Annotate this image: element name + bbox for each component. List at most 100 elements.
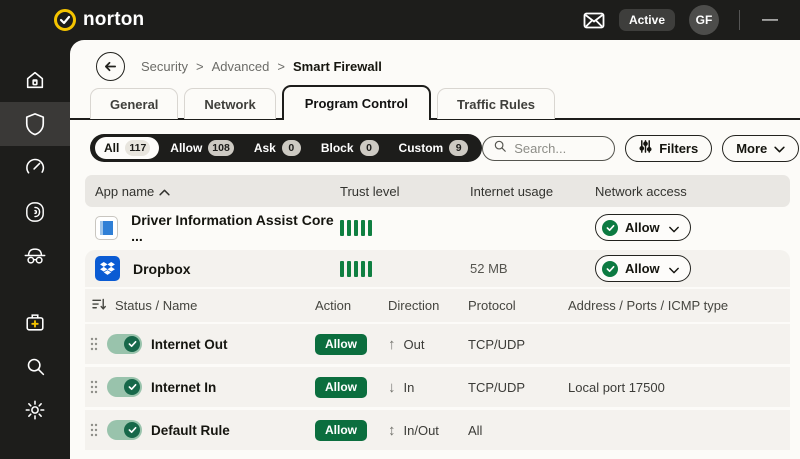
tab-traffic-rules[interactable]: Traffic Rules [437, 88, 555, 119]
main-content: Security > Advanced > Smart Firewall Gen… [70, 40, 800, 459]
network-access-header[interactable]: Network access [595, 184, 790, 199]
trust-level-bars [340, 220, 470, 236]
action-badge: Allow [315, 377, 367, 398]
rules-table-header: Status / Name Action Direction Protocol … [85, 289, 790, 322]
filter-custom-count: 9 [449, 140, 468, 156]
filter-ask[interactable]: Ask 0 [245, 137, 310, 159]
norton-check-icon [54, 9, 76, 31]
sliders-icon [639, 140, 652, 156]
rule-row-internet-out: Internet Out Allow ↑ Out TCP/UDP [85, 324, 790, 364]
direction-header[interactable]: Direction [388, 298, 468, 313]
app-row-dropbox[interactable]: Dropbox 52 MB Allow [85, 250, 790, 287]
gear-icon [24, 399, 46, 421]
drag-handle-icon[interactable] [90, 422, 98, 438]
check-icon [124, 336, 140, 352]
app-row-driver-assist[interactable]: Driver Information Assist Core ... Allow [85, 207, 790, 248]
rule-name: Internet In [151, 380, 216, 395]
filter-block-count: 0 [360, 140, 379, 156]
app-window: norton Active GF — [0, 0, 800, 459]
tab-network[interactable]: Network [184, 88, 275, 119]
more-button[interactable]: More [722, 135, 799, 162]
breadcrumb-current: Smart Firewall [293, 59, 382, 74]
avatar[interactable]: GF [689, 5, 719, 35]
sidebar-item-identity[interactable] [0, 190, 70, 234]
network-access-dropdown[interactable]: Allow [595, 214, 691, 241]
protocol-header[interactable]: Protocol [468, 298, 568, 313]
action-header[interactable]: Action [315, 298, 388, 313]
breadcrumb-security[interactable]: Security [141, 59, 188, 74]
action-badge: Allow [315, 420, 367, 441]
arrow-updown-icon: ↕ [388, 422, 396, 439]
more-label: More [736, 141, 767, 156]
sidebar-item-security[interactable] [0, 102, 70, 146]
filter-block[interactable]: Block 0 [312, 137, 388, 159]
rule-toggle-on[interactable] [107, 377, 142, 397]
address-ports-header[interactable]: Address / Ports / ICMP type [568, 298, 790, 313]
back-button[interactable] [96, 52, 125, 81]
home-icon [24, 69, 46, 91]
mail-icon[interactable] [583, 12, 605, 29]
app-name-header[interactable]: App name [95, 184, 340, 199]
tab-general[interactable]: General [90, 88, 178, 119]
filter-allow-count: 108 [208, 140, 234, 156]
tab-program-control[interactable]: Program Control [282, 85, 431, 120]
briefcase-plus-icon [24, 311, 46, 333]
breadcrumb-advanced[interactable]: Advanced [212, 59, 270, 74]
internet-usage-header[interactable]: Internet usage [470, 184, 595, 199]
fingerprint-icon [25, 201, 45, 223]
search-input[interactable] [514, 141, 604, 156]
protocol-value: TCP/UDP [468, 380, 568, 395]
shield-icon [24, 112, 46, 136]
sidebar-item-settings[interactable] [0, 388, 70, 432]
app-name: Driver Information Assist Core ... [131, 212, 340, 244]
drag-handle-icon[interactable] [90, 379, 98, 395]
filters-button[interactable]: Filters [625, 135, 712, 162]
filter-allow[interactable]: Allow 108 [161, 137, 243, 159]
direction-value: In/Out [404, 423, 439, 438]
sidebar-item-search[interactable] [0, 344, 70, 388]
filter-custom[interactable]: Custom 9 [390, 137, 478, 159]
internet-usage-value: 52 MB [470, 261, 595, 276]
network-access-dropdown[interactable]: Allow [595, 255, 691, 282]
sort-desc-icon[interactable] [92, 298, 107, 314]
norton-logo: norton [54, 9, 144, 31]
drag-handle-icon[interactable] [90, 336, 98, 352]
search-icon [25, 356, 46, 377]
arrow-down-icon: ↓ [388, 379, 396, 396]
rule-toggle-on[interactable] [107, 334, 142, 354]
filter-segmented-control: All 117 Allow 108 Ask 0 Block 0 Custom [90, 134, 482, 162]
rule-row-internet-in: Internet In Allow ↓ In TCP/UDP Local por… [85, 367, 790, 407]
sidebar-item-store[interactable] [0, 300, 70, 344]
chevron-down-icon [669, 261, 679, 277]
status-name-header[interactable]: Status / Name [115, 298, 197, 313]
app-name-header-label: App name [95, 184, 154, 199]
minimize-button[interactable]: — [754, 11, 786, 29]
topbar-divider [739, 10, 740, 30]
filter-ask-label: Ask [254, 141, 276, 155]
brand-name: norton [83, 9, 144, 31]
sidebar-item-privacy[interactable] [0, 234, 70, 278]
check-icon [124, 379, 140, 395]
protocol-value: All [468, 423, 568, 438]
breadcrumb-separator: > [277, 59, 285, 74]
address-value: Local port 17500 [568, 380, 790, 395]
sidebar-item-home[interactable] [0, 58, 70, 102]
network-access-value: Allow [625, 220, 662, 235]
app-icon [95, 216, 118, 240]
apps-table: App name Trust level Internet usage Netw… [85, 175, 790, 450]
search-field[interactable] [482, 136, 615, 161]
direction-value: In [404, 380, 415, 395]
tab-bar: General Network Program Control Traffic … [70, 82, 800, 120]
sidebar-item-performance[interactable] [0, 146, 70, 190]
filter-all[interactable]: All 117 [95, 137, 159, 159]
check-circle-icon [602, 261, 618, 277]
chevron-down-icon [669, 220, 679, 236]
incognito-icon [23, 245, 47, 267]
toolbar: Filters More [482, 135, 799, 162]
trust-level-header[interactable]: Trust level [340, 184, 470, 199]
rule-name: Internet Out [151, 337, 228, 352]
breadcrumb-separator: > [196, 59, 204, 74]
rule-toggle-on[interactable] [107, 420, 142, 440]
filter-all-label: All [104, 141, 119, 155]
status-badge: Active [619, 9, 675, 31]
